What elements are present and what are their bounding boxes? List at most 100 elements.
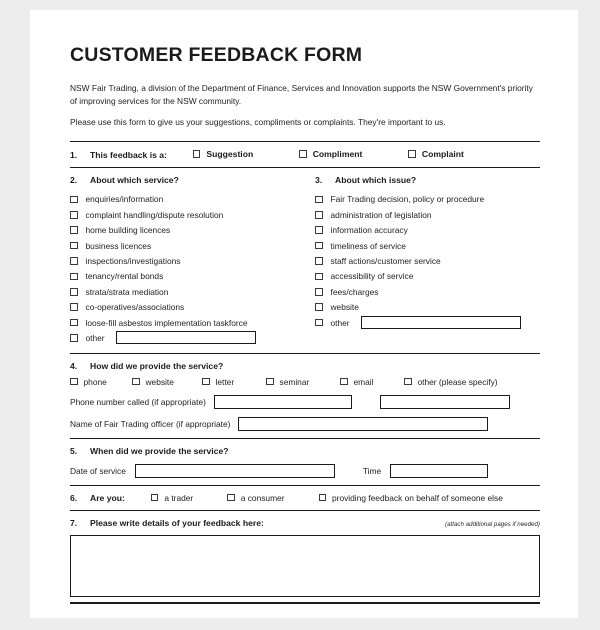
list-item[interactable]: administration of legislation	[315, 207, 540, 222]
checkbox-icon[interactable]	[315, 272, 323, 281]
q4-option-seminar[interactable]: seminar	[266, 377, 340, 387]
q4-option-phone[interactable]: phone	[70, 377, 132, 387]
officer-name-input[interactable]	[238, 416, 489, 431]
feedback-textarea[interactable]	[70, 535, 540, 598]
list-item[interactable]: website	[315, 299, 540, 314]
list-item[interactable]: home building licences	[70, 223, 315, 238]
q2-other-input[interactable]	[115, 331, 256, 345]
list-item[interactable]: information accuracy	[315, 223, 540, 238]
question-4-section: 4. How did we provide the service? phone…	[70, 354, 540, 438]
checkbox-icon[interactable]	[315, 288, 323, 296]
q1-option-label: Complaint	[421, 149, 464, 159]
q4-option-letter[interactable]: letter	[202, 377, 266, 387]
divider	[70, 602, 540, 605]
checkbox-icon[interactable]	[70, 241, 78, 250]
question-6-section: 6. Are you: a trader a consumer providin…	[70, 486, 540, 511]
checkbox-icon[interactable]	[315, 211, 323, 219]
date-time-row: Date of service Time	[70, 463, 540, 478]
checkbox-icon[interactable]	[70, 195, 78, 204]
list-item[interactable]: enquiries/information	[70, 192, 315, 207]
q4-option-label: other (please specify)	[417, 376, 498, 387]
checkbox-icon[interactable]	[70, 272, 78, 281]
q4-option-website[interactable]: website	[132, 377, 202, 387]
checkbox-icon[interactable]	[340, 377, 348, 386]
checkbox-icon[interactable]	[70, 303, 78, 311]
phone-number-input[interactable]	[213, 394, 352, 409]
list-item-label: accessibility of service	[330, 271, 414, 282]
list-item[interactable]: business licences	[70, 238, 315, 253]
q4-option-label: website	[145, 376, 174, 387]
list-item[interactable]: Fair Trading decision, policy or procedu…	[315, 192, 540, 207]
checkbox-icon[interactable]	[70, 211, 78, 219]
list-item-label: other	[85, 332, 105, 343]
checkbox-icon[interactable]	[315, 257, 323, 265]
q6-option-consumer[interactable]: a consumer	[227, 492, 285, 503]
list-item-other[interactable]: other	[70, 330, 315, 345]
checkbox-icon[interactable]	[315, 195, 323, 204]
checkbox-icon[interactable]	[70, 257, 78, 265]
list-item[interactable]: co-operatives/associations	[70, 299, 315, 314]
question-7-label: Please write details of your feedback he…	[90, 518, 264, 529]
checkbox-icon[interactable]	[70, 377, 78, 386]
list-item-label: strata/strata mediation	[85, 286, 169, 297]
checkbox-icon[interactable]	[202, 377, 210, 386]
question-7-number: 7.	[70, 518, 78, 529]
list-item[interactable]: inspections/investigations	[70, 253, 315, 268]
time-input[interactable]	[390, 463, 489, 478]
checkbox-icon[interactable]	[266, 377, 274, 386]
q3-other-input[interactable]	[360, 316, 521, 330]
question-2-label: About which service?	[90, 174, 179, 185]
question-4-options: phone website letter seminar email other…	[70, 377, 540, 387]
checkbox-icon[interactable]	[70, 318, 78, 327]
form-content: CUSTOMER FEEDBACK FORM NSW Fair Trading,…	[70, 44, 540, 611]
checkbox-icon[interactable]	[150, 493, 159, 502]
checkbox-icon[interactable]	[315, 241, 323, 250]
question-5-number: 5.	[70, 445, 78, 456]
phone-number-row: Phone number called (if appropriate)	[70, 394, 540, 409]
phone-number-input-secondary[interactable]	[379, 394, 510, 409]
q6-option-label: providing feedback on behalf of someone …	[332, 492, 503, 503]
page-title: CUSTOMER FEEDBACK FORM	[70, 44, 363, 66]
checkbox-icon[interactable]	[132, 377, 140, 386]
checkbox-icon[interactable]	[227, 493, 235, 502]
list-item-label: tenancy/rental bonds	[85, 271, 164, 282]
list-item-label: complaint handling/dispute resolution	[85, 209, 224, 220]
q6-option-trader[interactable]: a trader	[150, 493, 193, 503]
list-item[interactable]: staff actions/customer service	[315, 253, 540, 268]
list-item[interactable]: strata/strata mediation	[70, 284, 315, 299]
list-item[interactable]: fees/charges	[315, 284, 540, 299]
checkbox-icon[interactable]	[408, 150, 416, 158]
question-2-list: enquiries/information complaint handling…	[70, 192, 315, 346]
q4-option-email[interactable]: email	[340, 377, 404, 387]
q1-option-suggestion[interactable]: Suggestion	[192, 149, 253, 159]
q6-option-label: a consumer	[240, 492, 285, 503]
q6-option-on-behalf[interactable]: providing feedback on behalf of someone …	[318, 492, 503, 503]
checkbox-icon[interactable]	[404, 377, 412, 386]
date-of-service-input[interactable]	[134, 463, 335, 478]
checkbox-icon[interactable]	[70, 334, 78, 342]
checkbox-icon[interactable]	[315, 303, 323, 311]
list-item[interactable]: tenancy/rental bonds	[70, 269, 315, 284]
checkbox-icon[interactable]	[318, 493, 326, 502]
q1-option-complaint[interactable]: Complaint	[408, 149, 464, 159]
list-item-label: inspections/investigations	[85, 256, 181, 266]
question-2-number: 2.	[70, 174, 78, 185]
checkbox-icon[interactable]	[70, 226, 78, 234]
question-5-section: 5. When did we provide the service? Date…	[70, 439, 540, 485]
q4-option-other[interactable]: other (please specify)	[404, 377, 498, 387]
list-item-other[interactable]: other	[315, 315, 540, 330]
q1-option-compliment[interactable]: Compliment	[299, 149, 362, 159]
list-item-label: co-operatives/associations	[85, 302, 185, 313]
list-item[interactable]: complaint handling/dispute resolution	[70, 207, 315, 222]
list-item[interactable]: loose-fill asbestos implementation taskf…	[70, 315, 315, 330]
list-item[interactable]: timeliness of service	[315, 238, 540, 253]
list-item[interactable]: accessibility of service	[315, 269, 540, 284]
checkbox-icon[interactable]	[315, 226, 323, 234]
checkbox-icon[interactable]	[192, 150, 201, 158]
checkbox-icon[interactable]	[70, 288, 78, 296]
question-6-label: Are you:	[90, 493, 125, 504]
question-4-number: 4.	[70, 360, 78, 371]
checkbox-icon[interactable]	[299, 150, 307, 158]
list-item-label: enquiries/information	[85, 194, 164, 205]
checkbox-icon[interactable]	[315, 318, 323, 327]
